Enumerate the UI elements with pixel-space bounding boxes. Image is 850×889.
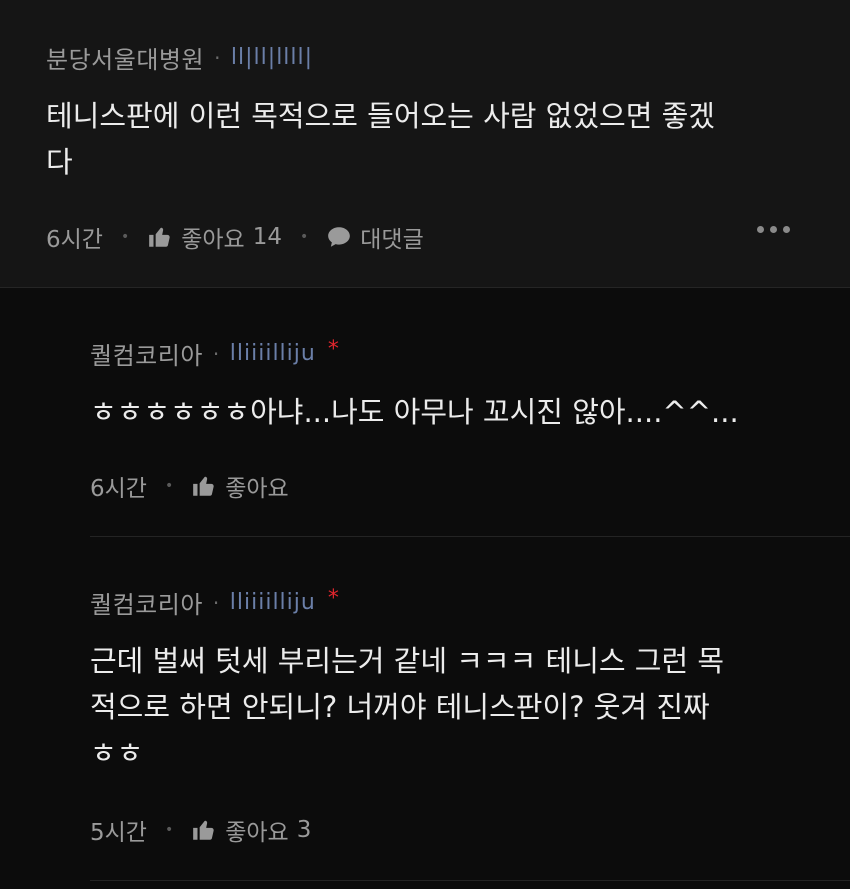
- reply-label: 대댓글: [360, 227, 424, 253]
- author-handle[interactable]: ll|ll|llll|: [231, 45, 313, 70]
- comment-meta: 분당서울대병원 · ll|ll|llll|: [46, 40, 313, 75]
- divider: [90, 880, 850, 881]
- like-count: 14: [252, 224, 282, 250]
- comment-time: 6시간: [90, 476, 147, 502]
- author-handle[interactable]: lliiiilliju: [230, 341, 316, 366]
- thumbs-up-icon: [191, 473, 217, 499]
- comment-time: 5시간: [90, 820, 147, 846]
- comment-text: ㅎㅎㅎㅎㅎㅎ아냐...나도 아무나 꼬시진 않아....^^...: [90, 395, 739, 429]
- like-count: 3: [296, 817, 312, 843]
- thumbs-up-icon: [147, 224, 173, 250]
- author-name[interactable]: 퀄컴코리아: [90, 585, 203, 620]
- comment-actions: 5시간 • 좋아요 3: [90, 813, 311, 847]
- comment-meta: 퀄컴코리아 · lliiiilliju *: [90, 585, 339, 620]
- like-button[interactable]: 좋아요: [191, 469, 289, 503]
- comment-text: 근데 벌써 텃세 부리는거 같네 ㅋㅋㅋ 테니스 그런 목 적으로 하면 안되니…: [90, 644, 725, 770]
- author-name[interactable]: 분당서울대병원: [46, 40, 204, 75]
- meta-separator: ·: [214, 45, 221, 70]
- more-dots-icon: [783, 226, 790, 233]
- more-dots-icon: [757, 226, 764, 233]
- thumbs-up-icon: [191, 817, 217, 843]
- author-star: *: [327, 337, 340, 362]
- like-button[interactable]: 좋아요 3: [191, 813, 311, 847]
- divider: [90, 536, 850, 537]
- speech-bubble-icon: [326, 224, 352, 250]
- comment-text: 테니스판에 이런 목적으로 들어오는 사람 없었으면 좋겠 다: [46, 99, 715, 179]
- more-options-button[interactable]: [757, 226, 790, 233]
- reply-button[interactable]: 대댓글: [326, 220, 424, 254]
- comment-actions: 6시간 • 좋아요: [90, 469, 289, 503]
- comment-meta: 퀄컴코리아 · lliiiilliju *: [90, 336, 339, 371]
- action-separator: •: [164, 478, 174, 494]
- comment-time: 6시간: [46, 227, 103, 253]
- top-comment: 분당서울대병원 · ll|ll|llll| 테니스판에 이런 목적으로 들어오는…: [0, 0, 850, 288]
- author-handle[interactable]: lliiiilliju: [230, 590, 316, 615]
- like-label: 좋아요: [225, 476, 289, 502]
- more-dots-icon: [770, 226, 777, 233]
- like-label: 좋아요: [181, 227, 245, 253]
- action-separator: •: [300, 229, 309, 245]
- author-star: *: [327, 586, 340, 611]
- meta-separator: ·: [212, 590, 220, 615]
- like-label: 좋아요: [225, 820, 289, 846]
- like-button[interactable]: 좋아요 14: [147, 220, 282, 254]
- meta-separator: ·: [212, 341, 220, 366]
- action-separator: •: [120, 229, 130, 245]
- comment-actions: 6시간 • 좋아요 14 • 대댓글: [46, 220, 424, 254]
- author-name[interactable]: 퀄컴코리아: [90, 336, 203, 371]
- action-separator: •: [164, 822, 174, 838]
